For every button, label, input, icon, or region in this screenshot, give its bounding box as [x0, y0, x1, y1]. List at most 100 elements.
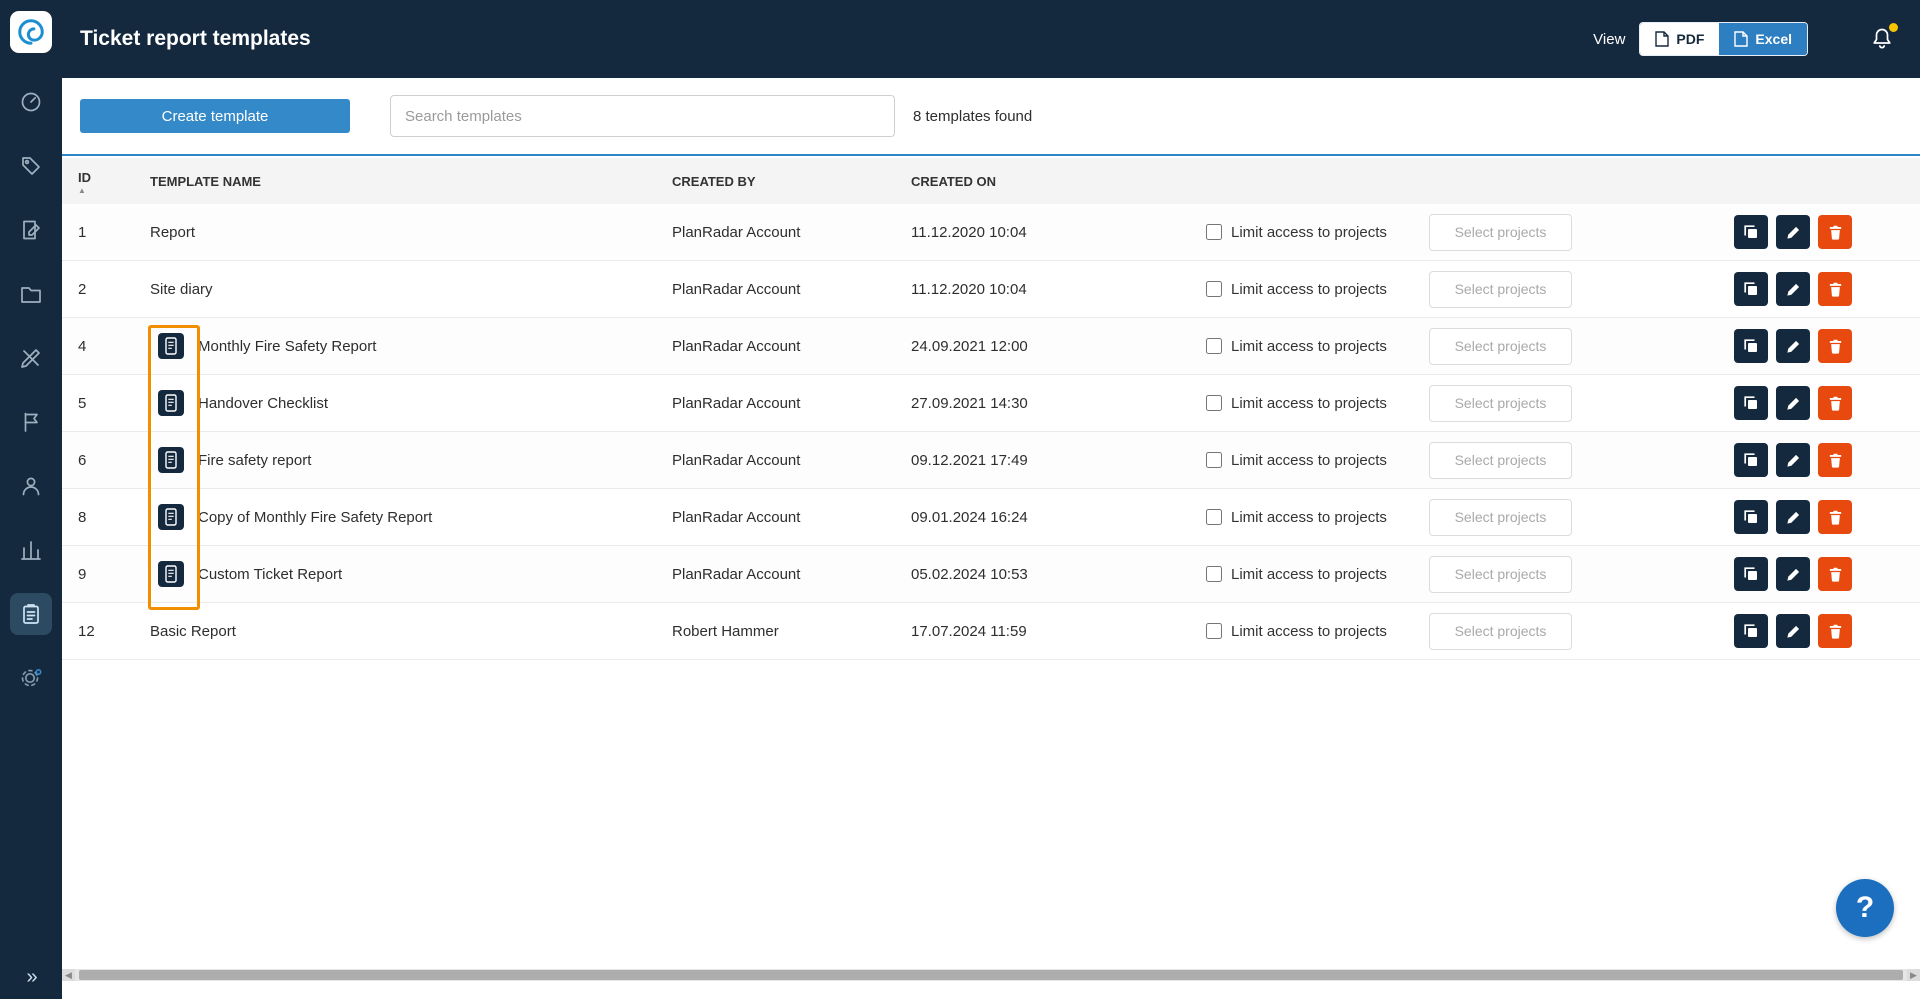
sidebar-item-tools[interactable] [10, 337, 52, 379]
sidebar-item-settings[interactable] [10, 657, 52, 699]
created-by: PlanRadar Account [672, 281, 911, 298]
duplicate-button[interactable] [1734, 500, 1768, 534]
select-projects-cell: Select projects [1429, 271, 1572, 308]
duplicate-button[interactable] [1734, 215, 1768, 249]
limit-access-checkbox[interactable] [1206, 566, 1222, 582]
delete-button[interactable] [1818, 215, 1852, 249]
plans-icon [19, 218, 43, 242]
planradar-logo[interactable] [10, 11, 52, 53]
sidebar-item-report-templates[interactable] [10, 593, 52, 635]
duplicate-button[interactable] [1734, 272, 1768, 306]
duplicate-button[interactable] [1734, 329, 1768, 363]
edit-button[interactable] [1776, 329, 1810, 363]
select-projects-button[interactable]: Select projects [1429, 328, 1572, 365]
sidebar-item-tags[interactable] [10, 145, 52, 187]
edit-button[interactable] [1776, 443, 1810, 477]
column-header-id[interactable]: ID ▲ [62, 166, 150, 196]
edit-button[interactable] [1776, 500, 1810, 534]
tickets-flag-icon [19, 410, 43, 434]
limit-access-cell: Limit access to projects [1206, 509, 1429, 526]
scrollbar-thumb[interactable] [79, 970, 1903, 980]
select-projects-button[interactable]: Select projects [1429, 613, 1572, 650]
created-by: PlanRadar Account [672, 566, 911, 583]
delete-button[interactable] [1818, 614, 1852, 648]
sidebar-item-dashboard[interactable] [10, 81, 52, 123]
column-header-created-by[interactable]: CREATED BY [672, 174, 911, 189]
tools-icon [19, 346, 43, 370]
select-projects-button[interactable]: Select projects [1429, 214, 1572, 251]
dashboard-gauge-icon [19, 90, 43, 114]
select-projects-cell: Select projects [1429, 499, 1572, 536]
row-name-cell: Basic Report [150, 623, 672, 640]
edit-button[interactable] [1776, 557, 1810, 591]
row-actions [1572, 272, 1920, 306]
duplicate-icon [1742, 451, 1760, 469]
edit-button[interactable] [1776, 614, 1810, 648]
sidebar-nav [0, 81, 62, 699]
create-template-button[interactable]: Create template [80, 99, 350, 133]
delete-button[interactable] [1818, 329, 1852, 363]
edit-button[interactable] [1776, 215, 1810, 249]
limit-access-checkbox[interactable] [1206, 338, 1222, 354]
delete-button[interactable] [1818, 443, 1852, 477]
scroll-right-arrow-icon[interactable]: ▶ [1907, 969, 1920, 981]
select-projects-button[interactable]: Select projects [1429, 556, 1572, 593]
row-id: 9 [62, 566, 150, 583]
table-row: 8 Copy of Monthly Fire Safety Report Pla… [62, 489, 1920, 546]
duplicate-button[interactable] [1734, 614, 1768, 648]
column-header-created-on[interactable]: CREATED ON [911, 174, 1206, 189]
app-window: » Ticket report templates View PDF Excel… [0, 0, 1920, 999]
sidebar-item-tickets[interactable] [10, 401, 52, 443]
limit-access-checkbox[interactable] [1206, 395, 1222, 411]
edit-pencil-icon [1785, 623, 1802, 640]
select-projects-button[interactable]: Select projects [1429, 442, 1572, 479]
limit-access-checkbox[interactable] [1206, 452, 1222, 468]
sidebar-item-contacts[interactable] [10, 465, 52, 507]
mobile-form-icon [158, 333, 184, 359]
pdf-view-button[interactable]: PDF [1640, 23, 1719, 55]
sidebar-collapse-button[interactable]: » [26, 966, 35, 989]
statistics-chart-icon [19, 538, 43, 562]
edit-button[interactable] [1776, 386, 1810, 420]
limit-access-checkbox[interactable] [1206, 623, 1222, 639]
duplicate-icon [1742, 508, 1760, 526]
created-on: 17.07.2024 11:59 [911, 623, 1206, 640]
help-button[interactable]: ? [1836, 879, 1894, 937]
table-header-row: ID ▲ TEMPLATE NAME CREATED BY CREATED ON [62, 158, 1920, 204]
duplicate-button[interactable] [1734, 557, 1768, 591]
select-projects-button[interactable]: Select projects [1429, 271, 1572, 308]
limit-access-checkbox[interactable] [1206, 281, 1222, 297]
duplicate-button[interactable] [1734, 443, 1768, 477]
id-header-label: ID [78, 172, 150, 183]
row-name-cell: Handover Checklist [150, 390, 672, 416]
horizontal-scrollbar[interactable]: ◀ ▶ [62, 969, 1920, 981]
search-input[interactable] [390, 95, 895, 137]
limit-access-label: Limit access to projects [1231, 452, 1387, 469]
delete-button[interactable] [1818, 500, 1852, 534]
template-name: Site diary [150, 281, 213, 298]
notification-dot [1889, 23, 1898, 32]
edit-pencil-icon [1785, 452, 1802, 469]
delete-button[interactable] [1818, 386, 1852, 420]
select-projects-button[interactable]: Select projects [1429, 499, 1572, 536]
limit-access-cell: Limit access to projects [1206, 395, 1429, 412]
select-projects-button[interactable]: Select projects [1429, 385, 1572, 422]
duplicate-button[interactable] [1734, 386, 1768, 420]
sidebar-item-statistics[interactable] [10, 529, 52, 571]
sidebar-item-plans[interactable] [10, 209, 52, 251]
column-header-template-name[interactable]: TEMPLATE NAME [150, 174, 672, 189]
scroll-left-arrow-icon[interactable]: ◀ [62, 969, 75, 981]
row-id: 6 [62, 452, 150, 469]
row-actions [1572, 443, 1920, 477]
excel-view-button[interactable]: Excel [1719, 23, 1807, 55]
delete-trash-icon [1827, 281, 1844, 298]
delete-button[interactable] [1818, 272, 1852, 306]
row-name-cell: Monthly Fire Safety Report [150, 333, 672, 359]
delete-button[interactable] [1818, 557, 1852, 591]
limit-access-checkbox[interactable] [1206, 224, 1222, 240]
notifications-button[interactable] [1870, 26, 1896, 52]
sidebar-item-projects[interactable] [10, 273, 52, 315]
limit-access-checkbox[interactable] [1206, 509, 1222, 525]
edit-button[interactable] [1776, 272, 1810, 306]
limit-access-cell: Limit access to projects [1206, 281, 1429, 298]
